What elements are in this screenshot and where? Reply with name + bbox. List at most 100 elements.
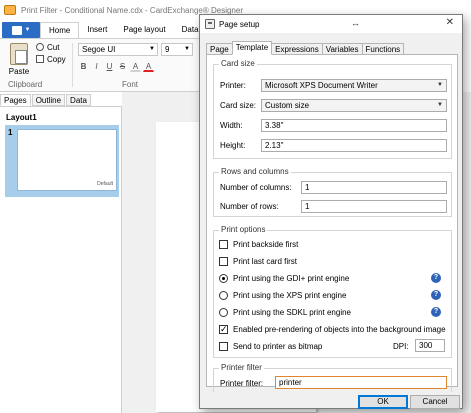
pages-panel: Layout1 1 Default (0, 106, 122, 413)
printer-value: Microsoft XPS Document Writer (265, 81, 378, 90)
gdi-engine-radio[interactable]: Print using the GDI+ print engine (219, 272, 349, 284)
sdkl-engine-radio[interactable]: Print using the SDKL print engine (219, 306, 351, 318)
tab-outline[interactable]: Outline (31, 94, 66, 106)
dialog-title: Page setup (219, 19, 260, 29)
font-size-value: 9 (165, 45, 170, 54)
highlight-color-button[interactable]: A (130, 61, 141, 72)
rows-label: Number of rows: (220, 202, 279, 211)
print-backside-first-checkbox[interactable]: Print backside first (219, 238, 298, 250)
paste-button[interactable]: Paste (6, 43, 32, 76)
strikethrough-button[interactable]: S (117, 61, 128, 72)
font-size-select[interactable]: 9 ▼ (161, 43, 193, 56)
width-label: Width: (220, 121, 243, 130)
scissors-icon (36, 43, 44, 51)
ribbon-tab-insert[interactable]: Insert (79, 22, 115, 38)
radio-unselected (219, 307, 228, 317)
dpi-label: DPI: (393, 342, 409, 351)
card-size-title: Card size (219, 59, 257, 68)
cut-copy-group: Cut Copy (36, 41, 66, 65)
chevron-down-icon: ▼ (184, 46, 190, 52)
underline-button[interactable]: U (104, 61, 115, 72)
ribbon-tab-home[interactable]: Home (40, 22, 80, 38)
close-icon[interactable]: ✕ (446, 17, 454, 28)
checkbox-box (219, 256, 228, 266)
ribbon: Paste Cut Copy Clipboard Segoe UI ▼ 9 ▼ … (0, 38, 210, 92)
help-icon[interactable]: ? (431, 290, 441, 300)
printer-filter-input[interactable]: printer (275, 376, 447, 389)
gdi-engine-label: Print using the GDI+ print engine (233, 273, 350, 283)
xps-engine-label: Print using the XPS print engine (233, 290, 347, 300)
columns-field[interactable]: 1 (301, 181, 447, 194)
file-menu-button[interactable]: ▼ (2, 22, 40, 38)
resize-cursor-icon: ↔ (351, 18, 360, 28)
help-icon[interactable]: ? (431, 307, 441, 317)
height-label: Height: (220, 141, 246, 150)
xps-engine-radio[interactable]: Print using the XPS print engine (219, 289, 346, 301)
format-buttons: B I U S A A (78, 61, 156, 72)
italic-button[interactable]: I (91, 61, 102, 72)
printer-label: Printer: (220, 81, 246, 90)
cut-button[interactable]: Cut (36, 41, 66, 53)
prerender-label: Enabled pre-rendering of objects into th… (233, 324, 446, 334)
print-options-title: Print options (219, 225, 268, 234)
help-icon[interactable]: ? (431, 273, 441, 283)
dialog-title-bar[interactable]: Page setup ↔ ✕ (200, 15, 462, 33)
tab-data[interactable]: Data (66, 94, 91, 106)
card-size-value: Custom size (265, 101, 310, 110)
ribbon-tab-bar: ▼ Home Insert Page layout Data (0, 20, 210, 38)
panel-tab-bar: Pages Outline Data (0, 92, 120, 106)
card-default-label: Default (97, 181, 113, 187)
printer-filter-title: Printer filter (219, 363, 264, 372)
prerender-checkbox[interactable]: Enabled pre-rendering of objects into th… (219, 323, 446, 335)
cancel-button[interactable]: Cancel (410, 395, 460, 409)
ok-button[interactable]: OK (358, 395, 408, 409)
checkbox-checked (219, 324, 228, 335)
font-family-value: Segoe UI (82, 45, 116, 54)
ribbon-tab-page-layout[interactable]: Page layout (115, 22, 173, 38)
send-as-bitmap-checkbox[interactable]: Send to printer as bitmap (219, 340, 322, 352)
font-family-select[interactable]: Segoe UI ▼ (78, 43, 158, 56)
card-size-select[interactable]: Custom size ▼ (261, 99, 447, 112)
app-logo-icon (4, 5, 16, 15)
cut-label: Cut (47, 42, 60, 52)
template-tab-panel: Card size Printer: Microsoft XPS Documen… (206, 54, 458, 392)
chevron-down-icon: ▼ (149, 46, 155, 52)
card-size-label: Card size: (220, 101, 257, 110)
layout-heading: Layout1 (6, 113, 37, 122)
printer-select[interactable]: Microsoft XPS Document Writer ▼ (261, 79, 447, 92)
rows-columns-group: Rows and columns Number of columns: 1 Nu… (213, 167, 452, 217)
dpi-field[interactable]: 300 (415, 339, 445, 352)
columns-label: Number of columns: (220, 183, 292, 192)
page-setup-dialog: Page setup ↔ ✕ Page Template Expressions… (199, 14, 463, 409)
rows-columns-title: Rows and columns (219, 167, 291, 176)
rows-field[interactable]: 1 (301, 200, 447, 213)
chevron-down-icon: ▼ (24, 27, 31, 33)
tab-template[interactable]: Template (231, 41, 273, 55)
page-setup-icon (205, 19, 215, 29)
bold-button[interactable]: B (78, 61, 89, 72)
chevron-down-icon: ▼ (437, 82, 443, 88)
width-field[interactable]: 3.38" (261, 119, 447, 132)
copy-label: Copy (47, 54, 66, 64)
print-backside-first-label: Print backside first (233, 239, 299, 249)
printer-filter-group: Printer filter Printer filter: printer (213, 363, 452, 392)
copy-icon (36, 55, 44, 63)
ribbon-divider (72, 43, 73, 87)
radio-selected (219, 273, 228, 283)
page-thumbnail[interactable]: 1 Default (5, 125, 119, 197)
font-color-button[interactable]: A (143, 61, 154, 72)
paste-label: Paste (8, 67, 30, 76)
print-last-card-first-checkbox[interactable]: Print last card first (219, 255, 297, 267)
clipboard-group-label: Clipboard (8, 80, 43, 89)
card-preview: Default (17, 129, 117, 191)
font-group-label: Font (122, 80, 139, 89)
height-field[interactable]: 2.13" (261, 139, 447, 152)
copy-button[interactable]: Copy (36, 53, 66, 65)
checkbox-box (219, 341, 228, 351)
printer-filter-label: Printer filter: (220, 379, 264, 388)
tab-pages[interactable]: Pages (0, 94, 31, 106)
sdkl-engine-label: Print using the SDKL print engine (233, 307, 351, 317)
print-last-card-first-label: Print last card first (233, 256, 298, 266)
radio-unselected (219, 290, 228, 300)
send-as-bitmap-label: Send to printer as bitmap (233, 341, 323, 351)
